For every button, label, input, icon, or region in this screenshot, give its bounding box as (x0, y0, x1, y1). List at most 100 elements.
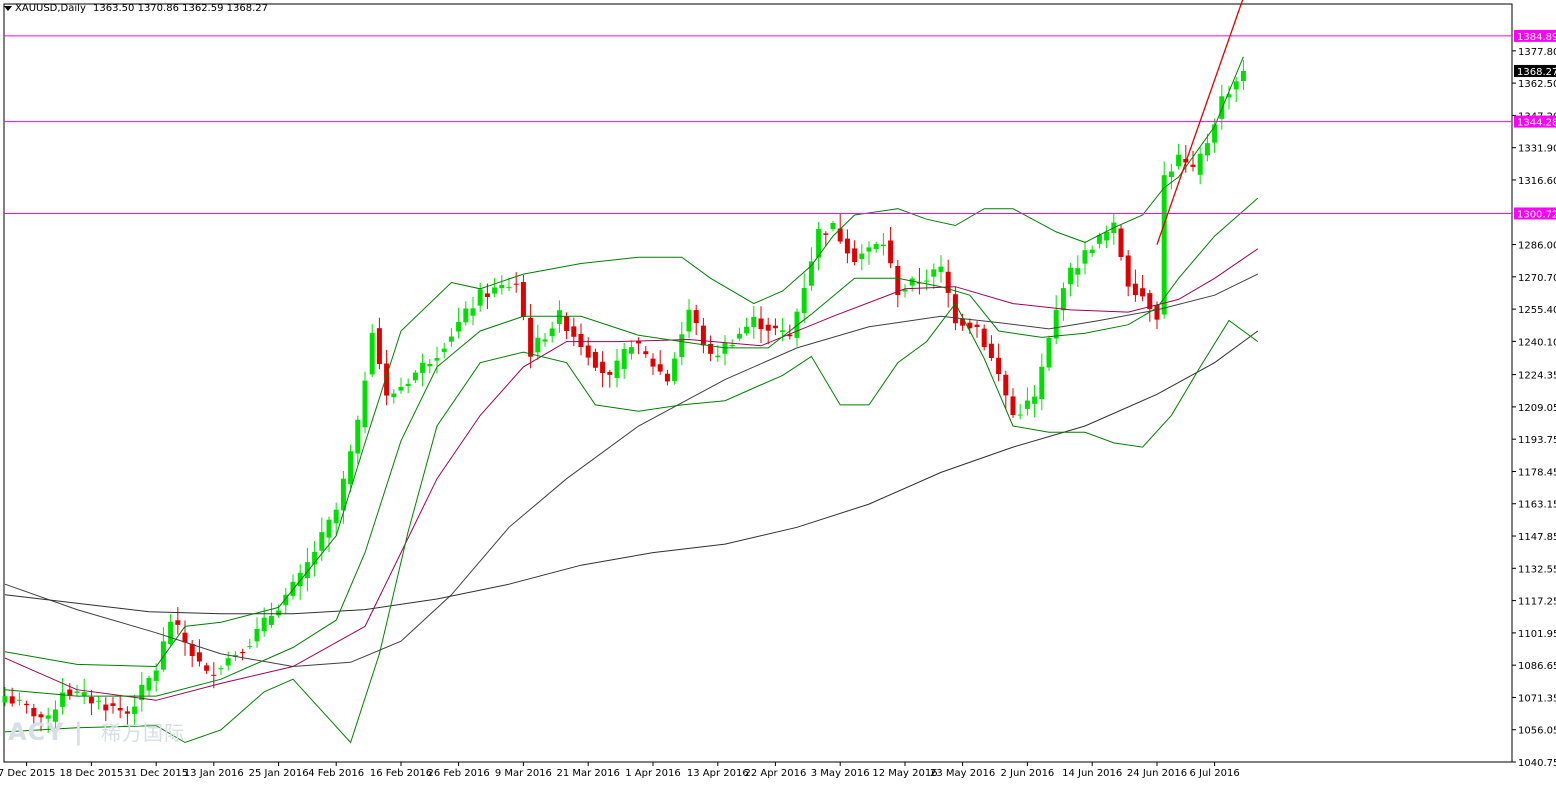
bull-candle (297, 572, 303, 587)
bear-candle (657, 364, 663, 372)
bear-candle (513, 283, 519, 285)
brand-watermark: ACY | 稀万国际 (8, 717, 185, 746)
bull-candle (398, 386, 404, 391)
x-tick-label: 22 Apr 2016 (744, 768, 806, 779)
symbol-label: XAUUSD,Daily (15, 3, 86, 14)
bull-candle (1082, 250, 1088, 264)
bear-candle (974, 324, 980, 327)
x-tick-label: 12 May 2016 (872, 768, 937, 779)
bull-candle (1024, 400, 1030, 409)
bull-candle (549, 328, 555, 337)
bull-candle (81, 692, 87, 696)
ohlc-readout: 1363.50 1370.86 1362.59 1368.27 (93, 3, 268, 14)
bear-candle (996, 357, 1002, 375)
x-tick-label: 13 Apr 2016 (687, 768, 749, 779)
bear-candle (484, 293, 490, 297)
y-tick-label: 1255.40 (1518, 305, 1556, 316)
y-tick-label: 1101.95 (1518, 629, 1556, 640)
y-tick-label: 1316.60 (1518, 176, 1556, 187)
watermark-separator: | (73, 718, 84, 746)
bear-candle (189, 644, 195, 657)
bear-candle (1190, 164, 1196, 167)
bear-candle (240, 651, 246, 654)
bull-candle (362, 380, 368, 428)
bear-candle (952, 294, 958, 324)
indicator-line-bb_lower (4, 302, 1259, 744)
x-tick-label: 16 Feb 2016 (370, 768, 432, 779)
bear-candle (67, 689, 73, 696)
bull-candle (268, 615, 274, 625)
bull-candle (1168, 171, 1174, 177)
x-tick-label: 26 Feb 2016 (427, 768, 489, 779)
bull-candle (780, 330, 786, 333)
y-tick-label: 1163.15 (1518, 500, 1556, 511)
bull-candle (1060, 288, 1066, 311)
bull-candle (1032, 396, 1038, 404)
bear-candle (844, 238, 850, 254)
bull-candle (1233, 81, 1239, 90)
bear-candle (88, 697, 94, 704)
bull-candle (715, 355, 721, 358)
bear-candle (110, 703, 116, 706)
bull-candle (132, 706, 138, 714)
bull-candle (254, 628, 260, 642)
bull-candle (153, 670, 159, 681)
bull-candle (499, 284, 505, 289)
bull-candle (160, 641, 166, 670)
bear-candle (1118, 228, 1124, 257)
bull-candle (434, 358, 440, 361)
bear-candle (182, 632, 188, 643)
bull-candle (736, 333, 742, 339)
level-price-label: 1384.89 (1517, 32, 1556, 43)
y-tick-label: 1178.45 (1518, 467, 1556, 478)
x-tick-label: 14 Jun 2016 (1062, 768, 1122, 779)
bull-candle (477, 289, 483, 306)
bear-candle (384, 363, 390, 396)
x-tick-label: 25 Jan 2016 (249, 768, 309, 779)
y-tick-label: 1240.10 (1518, 337, 1556, 348)
price-chart[interactable]: 1377.801362.501347.201331.901316.601286.… (0, 0, 1556, 783)
bull-candle (801, 287, 807, 314)
y-tick-label: 1286.00 (1518, 241, 1556, 252)
x-tick-label: 24 Jun 2016 (1127, 768, 1187, 779)
x-tick-label: 4 Feb 2016 (308, 768, 364, 779)
bull-candle (96, 700, 102, 702)
bear-candle (1140, 288, 1146, 297)
bull-candle (614, 360, 620, 379)
bear-candle (117, 708, 123, 711)
bear-candle (528, 317, 534, 357)
bull-candle (492, 287, 498, 294)
bear-candle (1132, 283, 1138, 296)
bull-candle (924, 280, 930, 282)
bull-candle (319, 532, 325, 551)
y-tick-label: 1209.05 (1518, 403, 1556, 414)
dropdown-triangle-icon[interactable] (4, 5, 12, 11)
bear-candle (823, 233, 829, 235)
bull-candle (1176, 154, 1182, 167)
y-tick-label: 1117.25 (1518, 597, 1556, 608)
x-tick-label: 2 Jun 2016 (1001, 768, 1055, 779)
bull-candle (420, 362, 426, 373)
bull-candle (456, 322, 462, 332)
bear-candle (693, 310, 699, 324)
bull-candle (261, 617, 267, 632)
bear-candle (888, 240, 894, 264)
bull-candle (873, 244, 879, 249)
bear-candle (1125, 255, 1131, 287)
bear-candle (607, 371, 613, 375)
bear-candle (636, 341, 642, 344)
y-tick-label: 1132.55 (1518, 564, 1556, 575)
bear-candle (1010, 396, 1016, 416)
bull-candle (542, 339, 548, 342)
bull-candle (506, 287, 512, 289)
bull-candle (628, 347, 634, 354)
chart-canvas[interactable]: 1377.801362.501347.201331.901316.601286.… (0, 0, 1556, 783)
bear-candle (103, 704, 109, 711)
bull-candle (348, 451, 354, 485)
trendline (1156, 0, 1244, 245)
bear-candle (592, 351, 598, 368)
bear-candle (643, 351, 649, 355)
bull-candle (146, 677, 152, 691)
bull-candle (326, 519, 332, 538)
y-tick-label: 1056.05 (1518, 726, 1556, 737)
